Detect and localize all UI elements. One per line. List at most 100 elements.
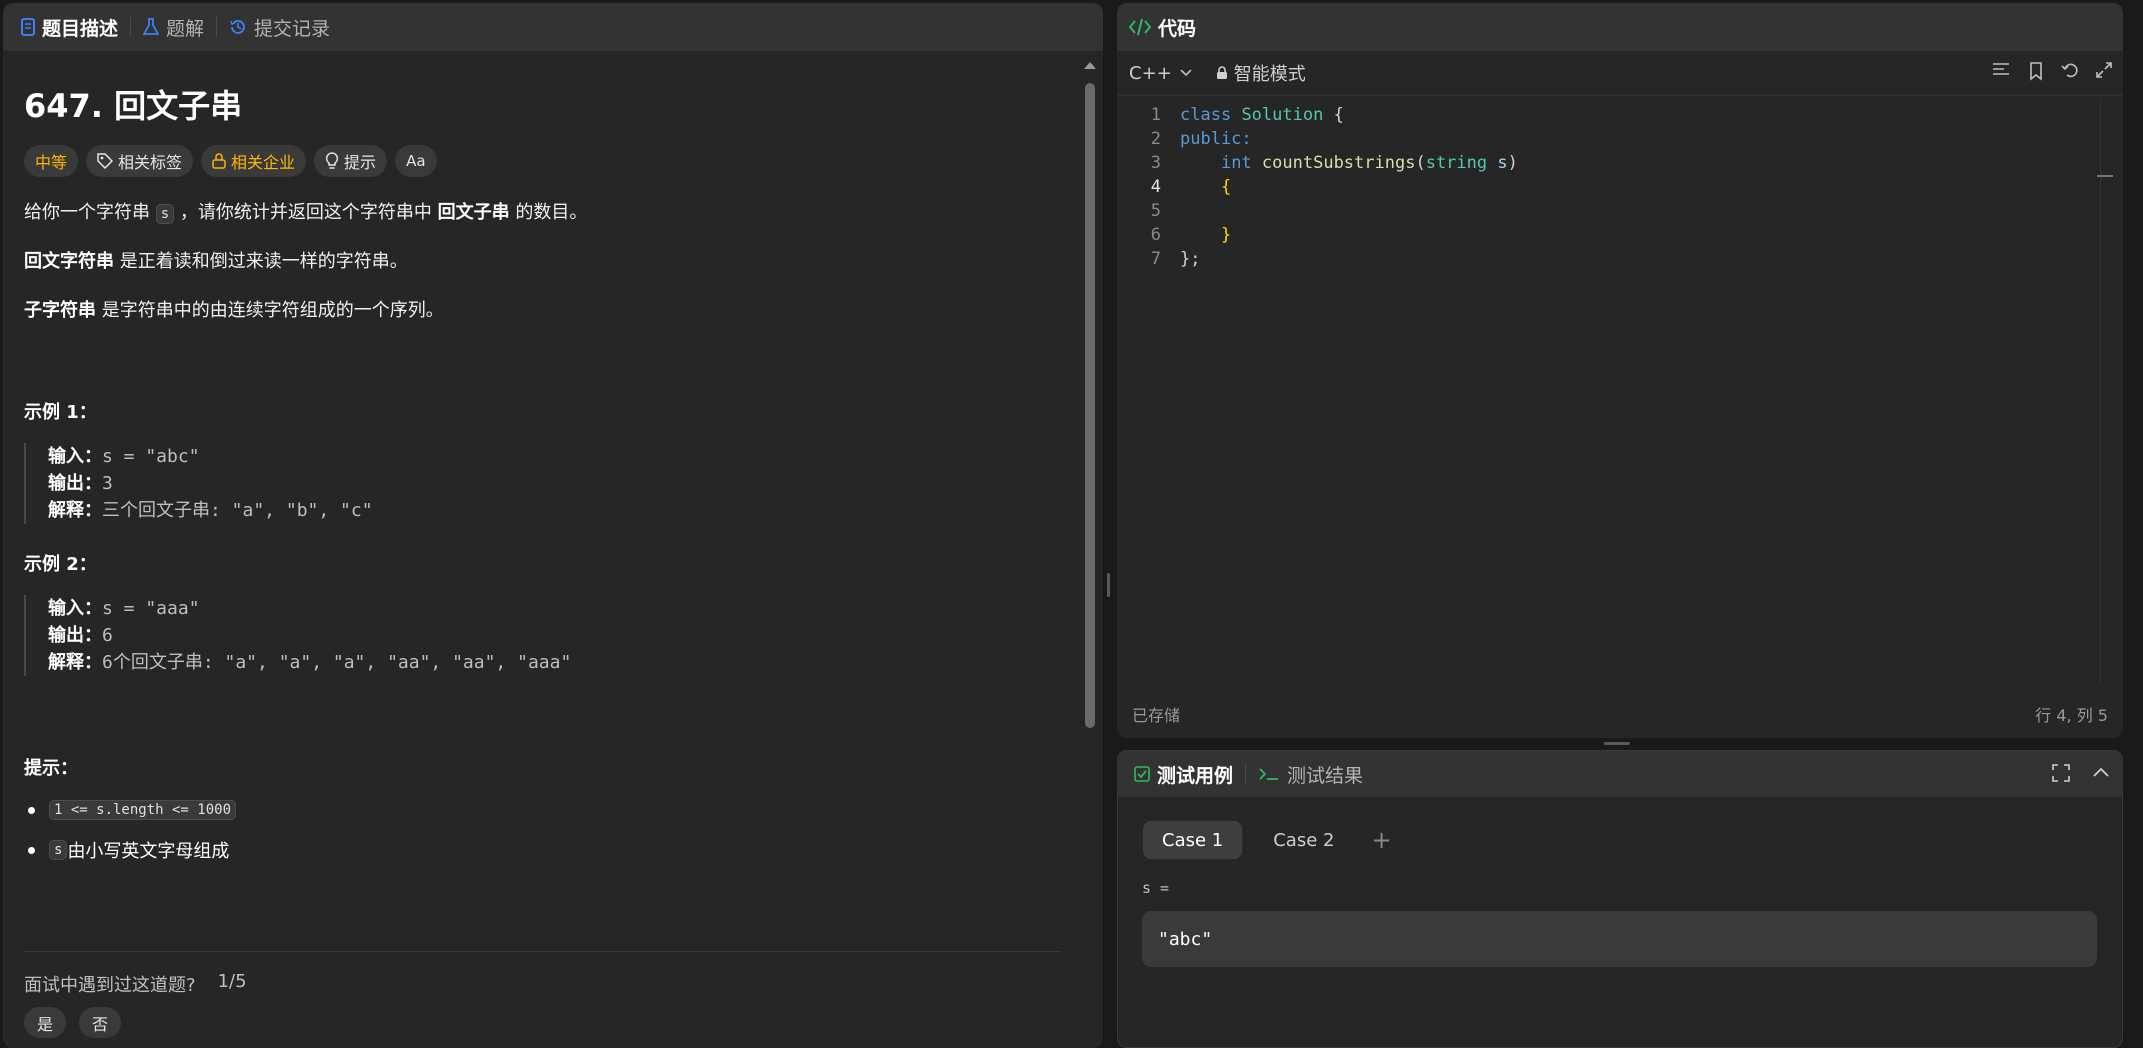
- desc-paragraph-3: 子字符串 是字符串中的由连续字符组成的一个序列。: [24, 297, 444, 325]
- related-companies-button[interactable]: 相关企业: [201, 145, 307, 177]
- case-tab-1[interactable]: Case 1: [1143, 821, 1243, 859]
- code-line: }: [1180, 225, 1231, 245]
- cursor-position: 行 4, 列 5: [2035, 706, 2108, 725]
- testcase-input[interactable]: "abc": [1142, 911, 2097, 967]
- example-2-block: 输入：s = "aaa" 输出：6 解释：6个回文子串: "a", "a", "…: [24, 595, 571, 676]
- fullscreen-icon[interactable]: [2052, 764, 2070, 782]
- tag-icon: [97, 153, 114, 169]
- checkbox-icon: [1134, 766, 1150, 782]
- constraint-text: 由小写英文字母组成: [67, 841, 230, 862]
- add-case-button[interactable]: +: [1371, 821, 1391, 859]
- line-number: 2: [1150, 129, 1161, 149]
- code-line: int countSubstrings(string s): [1180, 153, 1518, 173]
- editor-toolbar: C++ 智能模式: [1117, 51, 2123, 96]
- chevron-down-icon: [1180, 69, 1192, 77]
- document-icon: [21, 18, 35, 36]
- output-label: 输出：: [48, 473, 102, 494]
- input-label: 输入：: [48, 446, 102, 467]
- output-label: 输出：: [48, 625, 102, 646]
- code-line: class Solution {: [1180, 105, 1344, 125]
- tab-code[interactable]: 代码: [1129, 14, 1196, 41]
- code-line: {: [1180, 177, 1231, 197]
- line-number: 6: [1150, 225, 1161, 245]
- related-companies-label: 相关企业: [231, 153, 296, 172]
- expand-icon[interactable]: [2095, 61, 2113, 79]
- desc-text: 是正着读和倒过来读一样的字符串。: [114, 251, 408, 272]
- desc-bold: 子字符串: [24, 300, 96, 321]
- smart-mode-toggle[interactable]: 智能模式: [1216, 60, 1306, 86]
- input-value: s = "abc": [102, 446, 200, 467]
- code-token: {: [1323, 105, 1344, 125]
- case-tab-2[interactable]: Case 2: [1254, 821, 1353, 859]
- no-button[interactable]: 否: [79, 1007, 122, 1038]
- code-token: (: [1415, 153, 1426, 173]
- example-line: 解释：6个回文子串: "a", "a", "a", "aa", "aa", "a…: [48, 649, 571, 676]
- desc-paragraph-1: 给你一个字符串 s ，请你统计并返回这个字符串中 回文子串 的数目。: [24, 199, 587, 228]
- list-item: s 由小写英文字母组成: [24, 837, 236, 863]
- example-1-block: 输入：s = "abc" 输出：3 解释：三个回文子串: "a", "b", "…: [24, 443, 373, 524]
- code-token: Solution: [1241, 105, 1324, 125]
- explain-value: 6个回文子串: "a", "a", "a", "aa", "aa", "aaa": [102, 652, 572, 673]
- inline-code: s: [49, 840, 68, 860]
- tab-submissions[interactable]: 提交记录: [229, 14, 330, 41]
- tab-divider: [216, 17, 218, 37]
- bookmark-icon[interactable]: [2027, 61, 2045, 81]
- test-panel-actions: [2052, 764, 2110, 782]
- desc-paragraph-2: 回文字符串 是正着读和倒过来读一样的字符串。: [24, 248, 408, 276]
- desc-text: 给你一个字符串: [24, 202, 156, 223]
- format-icon[interactable]: [1991, 61, 2011, 79]
- difficulty-badge[interactable]: 中等: [24, 145, 79, 177]
- bullet: [28, 846, 35, 854]
- terminal-icon: [1259, 768, 1279, 780]
- tab-solutions[interactable]: 题解: [143, 14, 204, 41]
- interview-count: 1/5: [217, 971, 247, 992]
- output-value: 3: [102, 473, 113, 494]
- example-2-title: 示例 2：: [24, 554, 97, 575]
- scroll-up-icon[interactable]: [1083, 60, 1097, 70]
- related-tags-label: 相关标签: [118, 153, 183, 172]
- reset-icon[interactable]: [2061, 61, 2079, 79]
- line-number: 3: [1150, 153, 1161, 173]
- code-token: int: [1220, 153, 1252, 173]
- panel-resize-handle[interactable]: [1107, 573, 1110, 597]
- tab-code-label: 代码: [1158, 17, 1197, 40]
- tab-submissions-label: 提交记录: [254, 17, 331, 40]
- divider: [24, 951, 1061, 952]
- panel-resize-handle[interactable]: [1604, 742, 1630, 745]
- tab-divider: [130, 17, 132, 37]
- code-line: public:: [1180, 129, 1252, 149]
- flask-icon: [143, 18, 160, 35]
- yes-button[interactable]: 是: [24, 1007, 67, 1038]
- line-number: 5: [1150, 201, 1161, 221]
- code-token: }: [1220, 225, 1232, 245]
- example-line: 输入：s = "aaa": [48, 595, 571, 622]
- tab-description[interactable]: 题目描述: [21, 14, 118, 41]
- example-line: 输出：6: [48, 622, 571, 649]
- scrollbar[interactable]: [1083, 58, 1097, 1038]
- hint-button[interactable]: 提示: [314, 145, 388, 177]
- variable-label: s =: [1142, 879, 1170, 897]
- code-editor[interactable]: 1 2 3 4 5 6 7 class Solution { public: i…: [1117, 95, 2117, 685]
- input-value: s = "aaa": [102, 598, 200, 619]
- tab-results[interactable]: 测试结果: [1258, 761, 1363, 788]
- explain-label: 解释：: [48, 500, 102, 521]
- translate-button[interactable]: Aa: [395, 145, 437, 177]
- tab-testcases[interactable]: 测试用例: [1134, 761, 1233, 788]
- editor-actions: [1991, 61, 2113, 81]
- smart-mode-label: 智能模式: [1233, 64, 1306, 85]
- chevron-up-icon[interactable]: [2092, 764, 2110, 782]
- problem-description: 647. 回文子串 中等 相关标签 相关企业 提示 Aa 给你一个字符串 s ，…: [24, 51, 1064, 1038]
- language-select[interactable]: C++: [1129, 63, 1192, 84]
- list-item: 1 <= s.length <= 1000: [24, 800, 237, 820]
- code-tabbar: 代码: [1117, 3, 2123, 51]
- code-token: {: [1220, 177, 1232, 197]
- explain-label: 解释：: [48, 652, 102, 673]
- related-tags-button[interactable]: 相关标签: [86, 145, 194, 177]
- code-token: ): [1507, 153, 1518, 173]
- scroll-thumb[interactable]: [1085, 83, 1095, 728]
- example-1-title: 示例 1：: [24, 402, 97, 423]
- bullet: [28, 806, 35, 814]
- interview-question: 面试中遇到过这道题? 1/5: [24, 971, 247, 997]
- tab-solutions-label: 题解: [166, 17, 205, 40]
- desc-bold: 回文子串: [437, 202, 510, 223]
